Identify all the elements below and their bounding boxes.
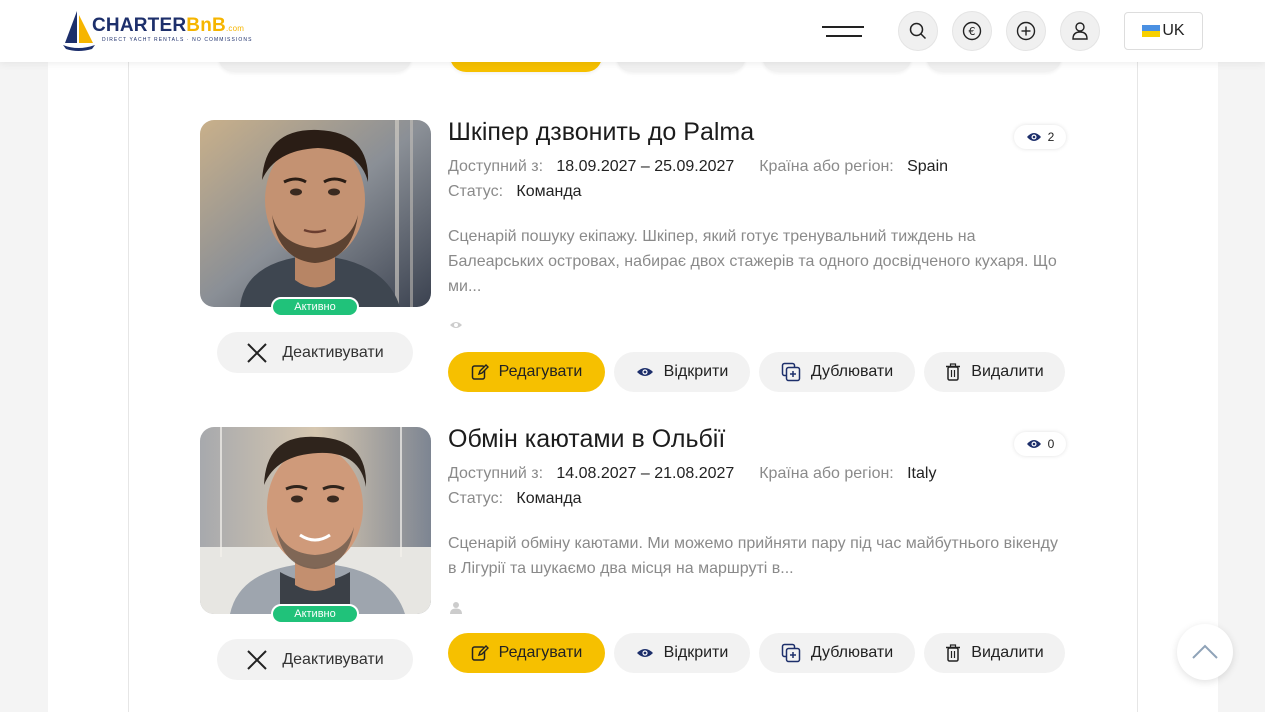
close-icon <box>247 342 268 363</box>
status-value: Команда <box>516 490 582 507</box>
chevron-up-icon <box>1192 644 1218 659</box>
duplicate-label: Дублювати <box>810 644 894 661</box>
availability-row: Доступний з: 18.09.2027 – 25.09.2027 Кра… <box>448 158 948 176</box>
status-badge: Активно <box>271 604 359 624</box>
listing-title[interactable]: Шкіпер дзвонить до Palma <box>448 118 754 147</box>
user-icon <box>1072 22 1088 40</box>
language-selector[interactable]: UK <box>1124 12 1203 50</box>
view-count: 2 <box>1014 125 1066 149</box>
open-button[interactable]: Відкрити <box>614 633 750 673</box>
duplicate-button[interactable]: Дублювати <box>759 633 915 673</box>
skipper-portrait <box>200 120 431 307</box>
region-label: Країна або регіон: <box>759 158 894 175</box>
deactivate-label: Деактивувати <box>282 650 384 668</box>
listing-photo[interactable] <box>200 427 431 614</box>
listing-description: Сценарій обміну каютами. Ми можемо прийн… <box>448 535 1058 577</box>
delete-button[interactable]: Видалити <box>924 352 1065 392</box>
status-value: Команда <box>516 183 582 200</box>
listing-title[interactable]: Обмін каютами в Ольбії <box>448 425 725 454</box>
edit-label: Редагувати <box>498 363 583 380</box>
close-icon <box>247 649 268 670</box>
listing-photo[interactable] <box>200 120 431 307</box>
view-count-value: 0 <box>1047 437 1055 451</box>
available-label: Доступний з: <box>448 465 544 482</box>
euro-icon: € <box>962 21 982 41</box>
available-label: Доступний з: <box>448 158 544 175</box>
ukraine-flag-icon <box>1142 25 1161 37</box>
view-count: 0 <box>1014 432 1066 456</box>
hidden-eye-icon <box>450 322 462 328</box>
duplicate-icon <box>781 362 801 382</box>
status-row: Статус: Команда <box>448 490 582 508</box>
logo-tagline: DIRECT YACHT RENTALS · NO COMMISSIONS <box>102 37 253 43</box>
view-count-value: 2 <box>1047 130 1055 144</box>
region-label: Країна або регіон: <box>759 465 894 482</box>
listing-description: Сценарій пошуку екіпажу. Шкіпер, який го… <box>448 228 1057 295</box>
search-icon <box>909 22 927 40</box>
open-label: Відкрити <box>663 363 729 380</box>
available-dates: 14.08.2027 – 21.08.2027 <box>556 465 735 482</box>
duplicate-label: Дублювати <box>810 363 894 380</box>
availability-row: Доступний з: 14.08.2027 – 21.08.2027 Кра… <box>448 465 936 483</box>
edit-icon <box>471 645 489 661</box>
eye-icon <box>636 368 653 376</box>
add-listing-button[interactable] <box>1006 11 1046 51</box>
duplicate-icon <box>781 643 801 663</box>
region-value: Italy <box>907 465 937 482</box>
sailboat-logo-icon <box>63 11 95 51</box>
status-badge: Активно <box>271 297 359 317</box>
edit-icon <box>471 364 489 380</box>
menu-icon[interactable] <box>822 22 866 40</box>
open-label: Відкрити <box>663 644 729 661</box>
host-portrait <box>200 427 431 614</box>
logo-wordmark: CHARTERBnB.com <box>92 15 245 36</box>
eye-icon <box>1026 440 1041 448</box>
add-icon <box>1016 21 1036 41</box>
delete-label: Видалити <box>971 363 1044 380</box>
deactivate-label: Деактивувати <box>282 343 384 361</box>
person-icon <box>450 602 462 614</box>
delete-button[interactable]: Видалити <box>924 633 1065 673</box>
language-label: UK <box>1162 22 1185 39</box>
site-logo[interactable]: CHARTERBnB.com DIRECT YACHT RENTALS · NO… <box>62 9 252 51</box>
trash-icon <box>946 363 961 381</box>
eye-icon <box>1026 133 1041 141</box>
deactivate-button[interactable]: Деактивувати <box>217 332 413 373</box>
status-label: Статус: <box>448 183 504 200</box>
available-dates: 18.09.2027 – 25.09.2027 <box>556 158 735 175</box>
search-button[interactable] <box>898 11 938 51</box>
status-label: Статус: <box>448 490 504 507</box>
status-row: Статус: Команда <box>448 183 582 201</box>
region-value: Spain <box>907 158 949 175</box>
duplicate-button[interactable]: Дублювати <box>759 352 915 392</box>
svg-text:€: € <box>969 25 976 38</box>
currency-button[interactable]: € <box>952 11 992 51</box>
trash-icon <box>946 644 961 662</box>
edit-button[interactable]: Редагувати <box>448 352 605 392</box>
eye-icon <box>636 649 653 657</box>
site-header: CHARTERBnB.com DIRECT YACHT RENTALS · NO… <box>0 0 1265 62</box>
edit-button[interactable]: Редагувати <box>448 633 605 673</box>
deactivate-button[interactable]: Деактивувати <box>217 639 413 680</box>
scroll-to-top-button[interactable] <box>1177 624 1233 680</box>
edit-label: Редагувати <box>498 644 583 661</box>
account-button[interactable] <box>1060 11 1100 51</box>
delete-label: Видалити <box>971 644 1044 661</box>
open-button[interactable]: Відкрити <box>614 352 750 392</box>
